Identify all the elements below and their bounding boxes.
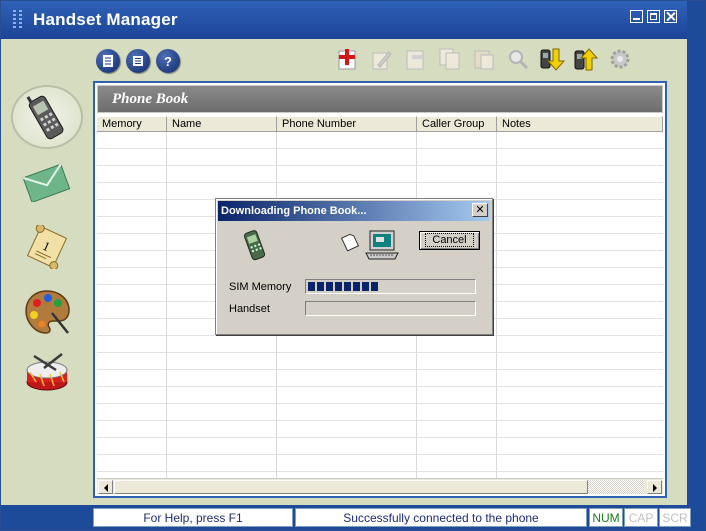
panel-title: Phone Book xyxy=(97,85,663,113)
status-bar: For Help, press F1 Successfully connecte… xyxy=(1,505,705,530)
dialog-title: Downloading Phone Book... xyxy=(218,201,490,221)
toolbar-right xyxy=(335,45,633,73)
column-header-notes[interactable]: Notes xyxy=(497,116,663,131)
status-num-lock: NUM xyxy=(589,508,623,527)
help-button[interactable]: ? xyxy=(156,49,180,73)
nav-phone-book[interactable] xyxy=(11,85,83,149)
scroll-memo-icon: 1 xyxy=(26,225,68,269)
list-icon xyxy=(133,56,143,66)
copy-button[interactable] xyxy=(437,45,463,73)
column-header-memory[interactable]: Memory xyxy=(97,116,167,131)
nav-memo[interactable]: 1 xyxy=(11,215,83,279)
sim-memory-label: SIM Memory xyxy=(229,281,292,293)
find-icon xyxy=(509,50,529,70)
status-scroll-lock: SCR xyxy=(659,508,691,527)
scroll-right-button[interactable] xyxy=(647,480,662,494)
flying-document-icon xyxy=(341,233,359,252)
status-caps-lock: CAP xyxy=(624,508,658,527)
handset-progress xyxy=(305,301,476,316)
status-help: For Help, press F1 xyxy=(93,508,293,527)
maximize-button[interactable] xyxy=(647,10,660,23)
column-header-caller-group[interactable]: Caller Group xyxy=(417,116,497,131)
title-bar[interactable]: Handset Manager xyxy=(1,1,705,39)
computer-icon xyxy=(365,230,399,260)
copy-icon xyxy=(439,48,460,70)
paint-palette-icon xyxy=(25,290,70,334)
rename-icon xyxy=(406,50,424,70)
upload-to-phone-icon xyxy=(574,48,599,71)
handset-manager-window: Handset Manager ? 1 Phone Book Memory Na… xyxy=(0,0,706,531)
column-header-phone-number[interactable]: Phone Number xyxy=(277,116,417,131)
nav-ringtones[interactable] xyxy=(11,345,83,409)
download-from-phone-button[interactable] xyxy=(539,45,565,73)
cancel-button[interactable]: Cancel xyxy=(419,231,480,250)
download-from-phone-icon xyxy=(540,48,565,71)
download-dialog: Downloading Phone Book... ✕ Cancel SIM M… xyxy=(215,198,493,335)
rename-button[interactable] xyxy=(403,45,429,73)
scroll-left-button[interactable] xyxy=(98,480,113,494)
document-button[interactable] xyxy=(96,49,120,73)
envelope-icon xyxy=(22,163,71,202)
scroll-track[interactable] xyxy=(588,480,644,494)
upload-to-phone-button[interactable] xyxy=(573,45,599,73)
column-header-name[interactable]: Name xyxy=(167,116,277,131)
settings-button[interactable] xyxy=(607,45,633,73)
nav-messages[interactable] xyxy=(11,150,83,214)
sim-progress-fill xyxy=(308,282,379,291)
paste-icon xyxy=(474,50,494,70)
close-button[interactable] xyxy=(664,10,677,23)
toolbar-left: ? xyxy=(96,49,180,73)
window-controls xyxy=(630,10,677,23)
horizontal-scrollbar[interactable] xyxy=(97,478,663,494)
grip-icon xyxy=(13,10,25,30)
drum-icon xyxy=(26,353,68,391)
add-entry-icon xyxy=(338,49,356,70)
app-title: Handset Manager xyxy=(33,10,178,29)
edit-icon xyxy=(372,51,392,70)
mobile-phone-icon xyxy=(26,95,64,140)
sim-memory-progress xyxy=(305,279,476,294)
left-nav: 1 xyxy=(11,85,87,410)
handset-label: Handset xyxy=(229,303,270,315)
edit-button[interactable] xyxy=(369,45,395,73)
nav-paint-palette[interactable] xyxy=(11,280,83,344)
list-button[interactable] xyxy=(126,49,150,73)
status-connection: Successfully connected to the phone xyxy=(295,508,587,527)
paste-button[interactable] xyxy=(471,45,497,73)
find-button[interactable] xyxy=(505,45,531,73)
grid-header: Memory Name Phone Number Caller Group Notes xyxy=(97,116,663,132)
minimize-button[interactable] xyxy=(630,10,643,23)
document-icon xyxy=(103,55,113,67)
help-icon: ? xyxy=(164,53,172,69)
mobile-phone-icon xyxy=(243,230,266,261)
settings-icon xyxy=(610,49,630,69)
window-frame-right xyxy=(687,1,705,531)
scroll-thumb[interactable] xyxy=(114,480,588,494)
dialog-close-button[interactable]: ✕ xyxy=(472,203,488,217)
add-entry-button[interactable] xyxy=(335,45,361,73)
